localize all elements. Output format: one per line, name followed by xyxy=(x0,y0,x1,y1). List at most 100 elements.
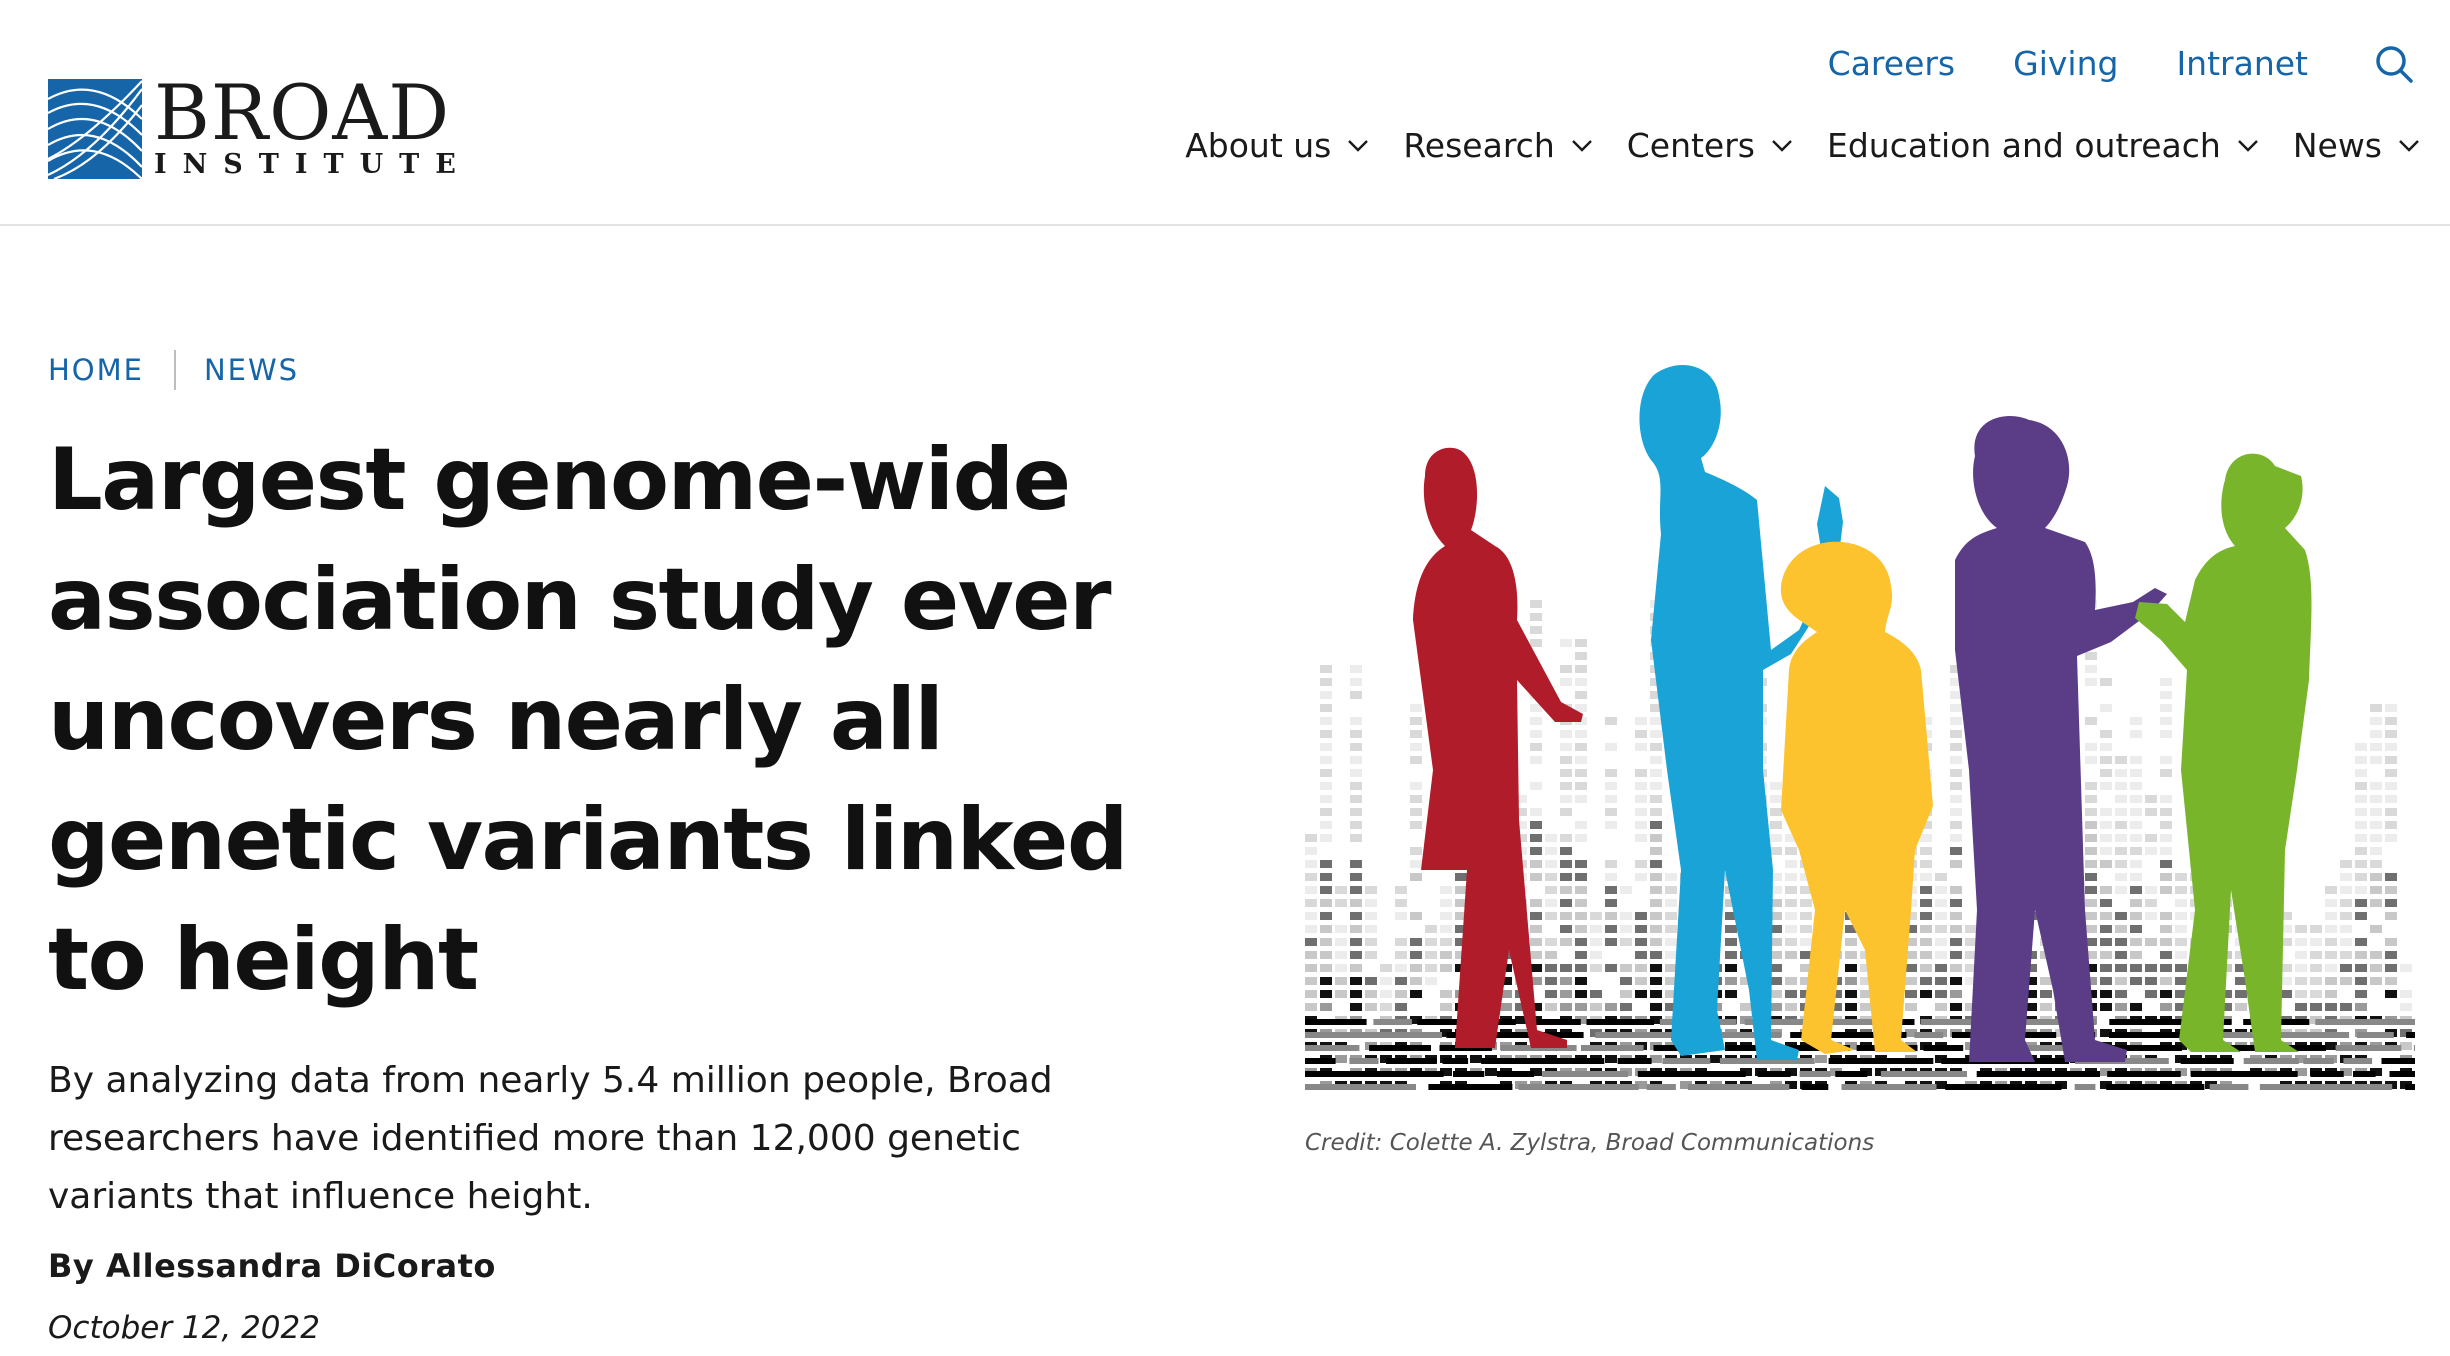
genome-bar xyxy=(1335,951,1347,959)
genome-bar xyxy=(2325,899,2337,907)
nav-news[interactable]: News xyxy=(2293,122,2420,170)
genome-strip xyxy=(2107,1071,2181,1077)
genome-bar xyxy=(1920,847,1932,855)
genome-bar xyxy=(1650,769,1662,777)
genome-bar xyxy=(2130,886,2142,894)
search-button[interactable] xyxy=(2370,40,2418,88)
nav-research[interactable]: Research xyxy=(1403,122,1592,170)
genome-bar xyxy=(2100,860,2112,868)
genome-bar xyxy=(1530,782,1542,790)
genome-bar xyxy=(1920,925,1932,933)
hero-illustration xyxy=(1305,365,2415,1090)
genome-bar xyxy=(1530,730,1542,738)
genome-strip xyxy=(2353,1071,2376,1077)
genome-bar xyxy=(2115,951,2127,959)
genome-bar xyxy=(1350,1003,1362,1011)
genome-bar xyxy=(1950,704,1962,712)
genome-bar xyxy=(1605,769,1617,777)
genome-bar xyxy=(1380,990,1392,998)
genome-bar xyxy=(2085,678,2097,686)
genome-bar xyxy=(1785,938,1797,946)
genome-bar xyxy=(1350,678,1362,686)
genome-bar xyxy=(1785,886,1797,894)
genome-bar xyxy=(1335,990,1347,998)
genome-bar xyxy=(1950,886,1962,894)
genome-bar xyxy=(1605,717,1617,725)
intranet-link[interactable]: Intranet xyxy=(2176,40,2308,88)
genome-bar xyxy=(1560,756,1572,764)
genome-bar xyxy=(2160,925,2172,933)
genome-bar xyxy=(2355,964,2367,972)
genome-bar xyxy=(2355,847,2367,855)
genome-bar xyxy=(1605,808,1617,816)
genome-bar xyxy=(1575,899,1587,907)
genome-bar xyxy=(1950,834,1962,842)
genome-bar xyxy=(2295,951,2307,959)
genome-bar xyxy=(1635,990,1647,998)
genome-bar xyxy=(1305,951,1317,959)
genome-bar xyxy=(1320,691,1332,699)
careers-link[interactable]: Careers xyxy=(1828,40,1955,88)
genome-bar xyxy=(2370,808,2382,816)
genome-bar xyxy=(1530,951,1542,959)
article-byline: By Allessandra DiCorato xyxy=(48,1247,496,1285)
genome-strip xyxy=(1828,1058,1934,1064)
genome-bar xyxy=(2355,899,2367,907)
nav-news-label: News xyxy=(2292,126,2382,165)
genome-bar xyxy=(1440,925,1452,933)
genome-bar xyxy=(1575,925,1587,933)
genome-bar xyxy=(1575,964,1587,972)
genome-bar xyxy=(2340,886,2352,894)
genome-bar xyxy=(1575,652,1587,660)
breadcrumb-home[interactable]: HOME xyxy=(48,350,144,390)
genome-bar xyxy=(1560,1003,1572,1011)
genome-bar xyxy=(1725,990,1737,998)
genome-bar xyxy=(1575,912,1587,920)
genome-bar xyxy=(2175,977,2187,985)
genome-bar xyxy=(1725,977,1737,985)
genome-bar xyxy=(1845,951,1857,959)
genome-strip xyxy=(1428,1084,1513,1090)
genome-bar xyxy=(1665,951,1677,959)
genome-bar xyxy=(1410,821,1422,829)
site-header: BROAD INSTITUTE Careers Giving Intranet … xyxy=(0,0,2450,226)
genome-bar xyxy=(1560,730,1572,738)
genome-bar xyxy=(1575,873,1587,881)
nav-centers[interactable]: Centers xyxy=(1627,122,1793,170)
genome-strip xyxy=(1305,1058,1336,1064)
genome-bar xyxy=(1320,860,1332,868)
genome-bar xyxy=(2175,886,2187,894)
genome-bar xyxy=(1350,990,1362,998)
broad-institute-logo[interactable]: BROAD INSTITUTE xyxy=(48,75,472,180)
nav-about-us[interactable]: About us xyxy=(1185,122,1369,170)
genome-bar xyxy=(1530,743,1542,751)
genome-bar xyxy=(2100,847,2112,855)
genome-bar xyxy=(1590,1003,1602,1011)
giving-link[interactable]: Giving xyxy=(2013,40,2118,88)
genome-bar xyxy=(2370,925,2382,933)
genome-bar xyxy=(1770,1003,1782,1011)
genome-bar xyxy=(1950,925,1962,933)
genome-bar xyxy=(1665,873,1677,881)
breadcrumb-news[interactable]: NEWS xyxy=(204,350,299,390)
genome-bar xyxy=(1545,912,1557,920)
genome-bar xyxy=(2085,652,2097,660)
genome-bar xyxy=(1575,977,1587,985)
genome-bar xyxy=(2400,964,2412,972)
genome-bar xyxy=(1425,964,1437,972)
genome-bar xyxy=(1410,808,1422,816)
genome-bar xyxy=(1650,899,1662,907)
genome-bar xyxy=(1365,977,1377,985)
nav-education-and-outreach[interactable]: Education and outreach xyxy=(1827,122,2259,170)
genome-bar xyxy=(1605,886,1617,894)
genome-bar xyxy=(2100,990,2112,998)
genome-bar xyxy=(1650,912,1662,920)
genome-bar xyxy=(2310,951,2322,959)
article-title: Largest genome-wide association study ev… xyxy=(48,430,1128,1010)
genome-bar xyxy=(1950,899,1962,907)
genome-strip xyxy=(2315,1019,2415,1025)
genome-bar xyxy=(1410,743,1422,751)
genome-bar xyxy=(2085,756,2097,764)
genome-strip xyxy=(1976,1071,2100,1077)
genome-bar xyxy=(1665,912,1677,920)
